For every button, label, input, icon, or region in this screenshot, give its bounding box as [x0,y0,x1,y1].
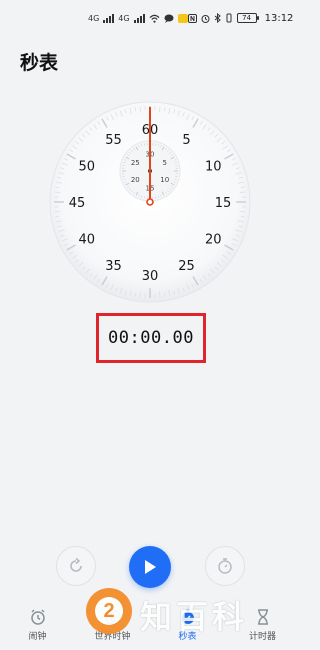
notification-icon [177,13,188,23]
vibrate-icon [226,13,232,23]
lap-button[interactable] [205,546,245,586]
alarm-clock-icon [30,609,45,625]
dial-major-label: 15 [215,196,232,211]
status-left: 4G 4G [88,13,188,23]
stopwatch-icon [181,609,194,624]
wifi-icon [149,14,160,23]
carrier-label-1: 4G [88,13,100,23]
signal-icon-2 [133,13,145,23]
status-bar: 4G 4G 74 13:12 [0,0,300,36]
globe-icon [104,609,121,626]
subdial-label: 5 [162,159,166,167]
subdial-label: 20 [131,176,140,184]
play-icon [145,560,156,574]
dial-major-label: 55 [105,133,122,148]
dial-major-label: 50 [79,160,96,175]
bottom-nav: 闹钟 世界时钟 秒表 计时器 [0,600,300,650]
dial-major-label: 30 [142,269,159,284]
nav-item-timer[interactable]: 计时器 [233,608,293,642]
timer-value: 00:00.00 [108,328,194,348]
nav-label-timer: 计时器 [248,632,276,642]
nfc-icon [187,13,197,23]
stopwatch-dial: 60510152025303540455055 30510152025 [47,99,253,305]
nav-label-alarm: 闹钟 [28,632,47,642]
dial-major-label: 35 [105,259,122,274]
dial-major-label: 20 [205,233,222,248]
dial-face: 60510152025303540455055 30510152025 [49,101,251,303]
reset-button[interactable] [56,546,96,586]
dial-major-label: 10 [205,160,222,175]
dial-major-label: 40 [79,233,96,248]
alarm-status-icon [201,14,210,23]
nav-item-world-clock[interactable]: 世界时钟 [83,608,143,642]
timer-display: 00:00.00 [96,313,206,363]
bluetooth-icon [214,13,221,23]
nav-item-stopwatch[interactable]: 秒表 [158,608,218,642]
reset-icon [70,557,82,572]
subdial-label: 10 [160,176,169,184]
nav-label-world-clock: 世界时钟 [94,632,131,642]
page-title: 秒表 [20,52,59,74]
dial-major-label: 45 [69,196,86,211]
chat-icon [164,14,174,23]
status-time: 13:12 [264,12,294,24]
nav-label-stopwatch: 秒表 [178,632,197,642]
stopwatch-icon [218,558,232,574]
battery-icon: 74 [236,13,259,23]
subdial-label: 25 [131,159,140,167]
signal-icon [103,13,115,23]
nav-item-alarm[interactable]: 闹钟 [8,608,68,642]
dial-major-label: 5 [182,133,190,148]
dial-major-label: 25 [178,259,195,274]
hourglass-icon [257,609,268,625]
carrier-label-2: 4G [118,13,130,23]
start-button[interactable] [129,546,171,588]
status-right: 74 13:12 [187,12,294,24]
second-hand-pivot [146,198,154,206]
